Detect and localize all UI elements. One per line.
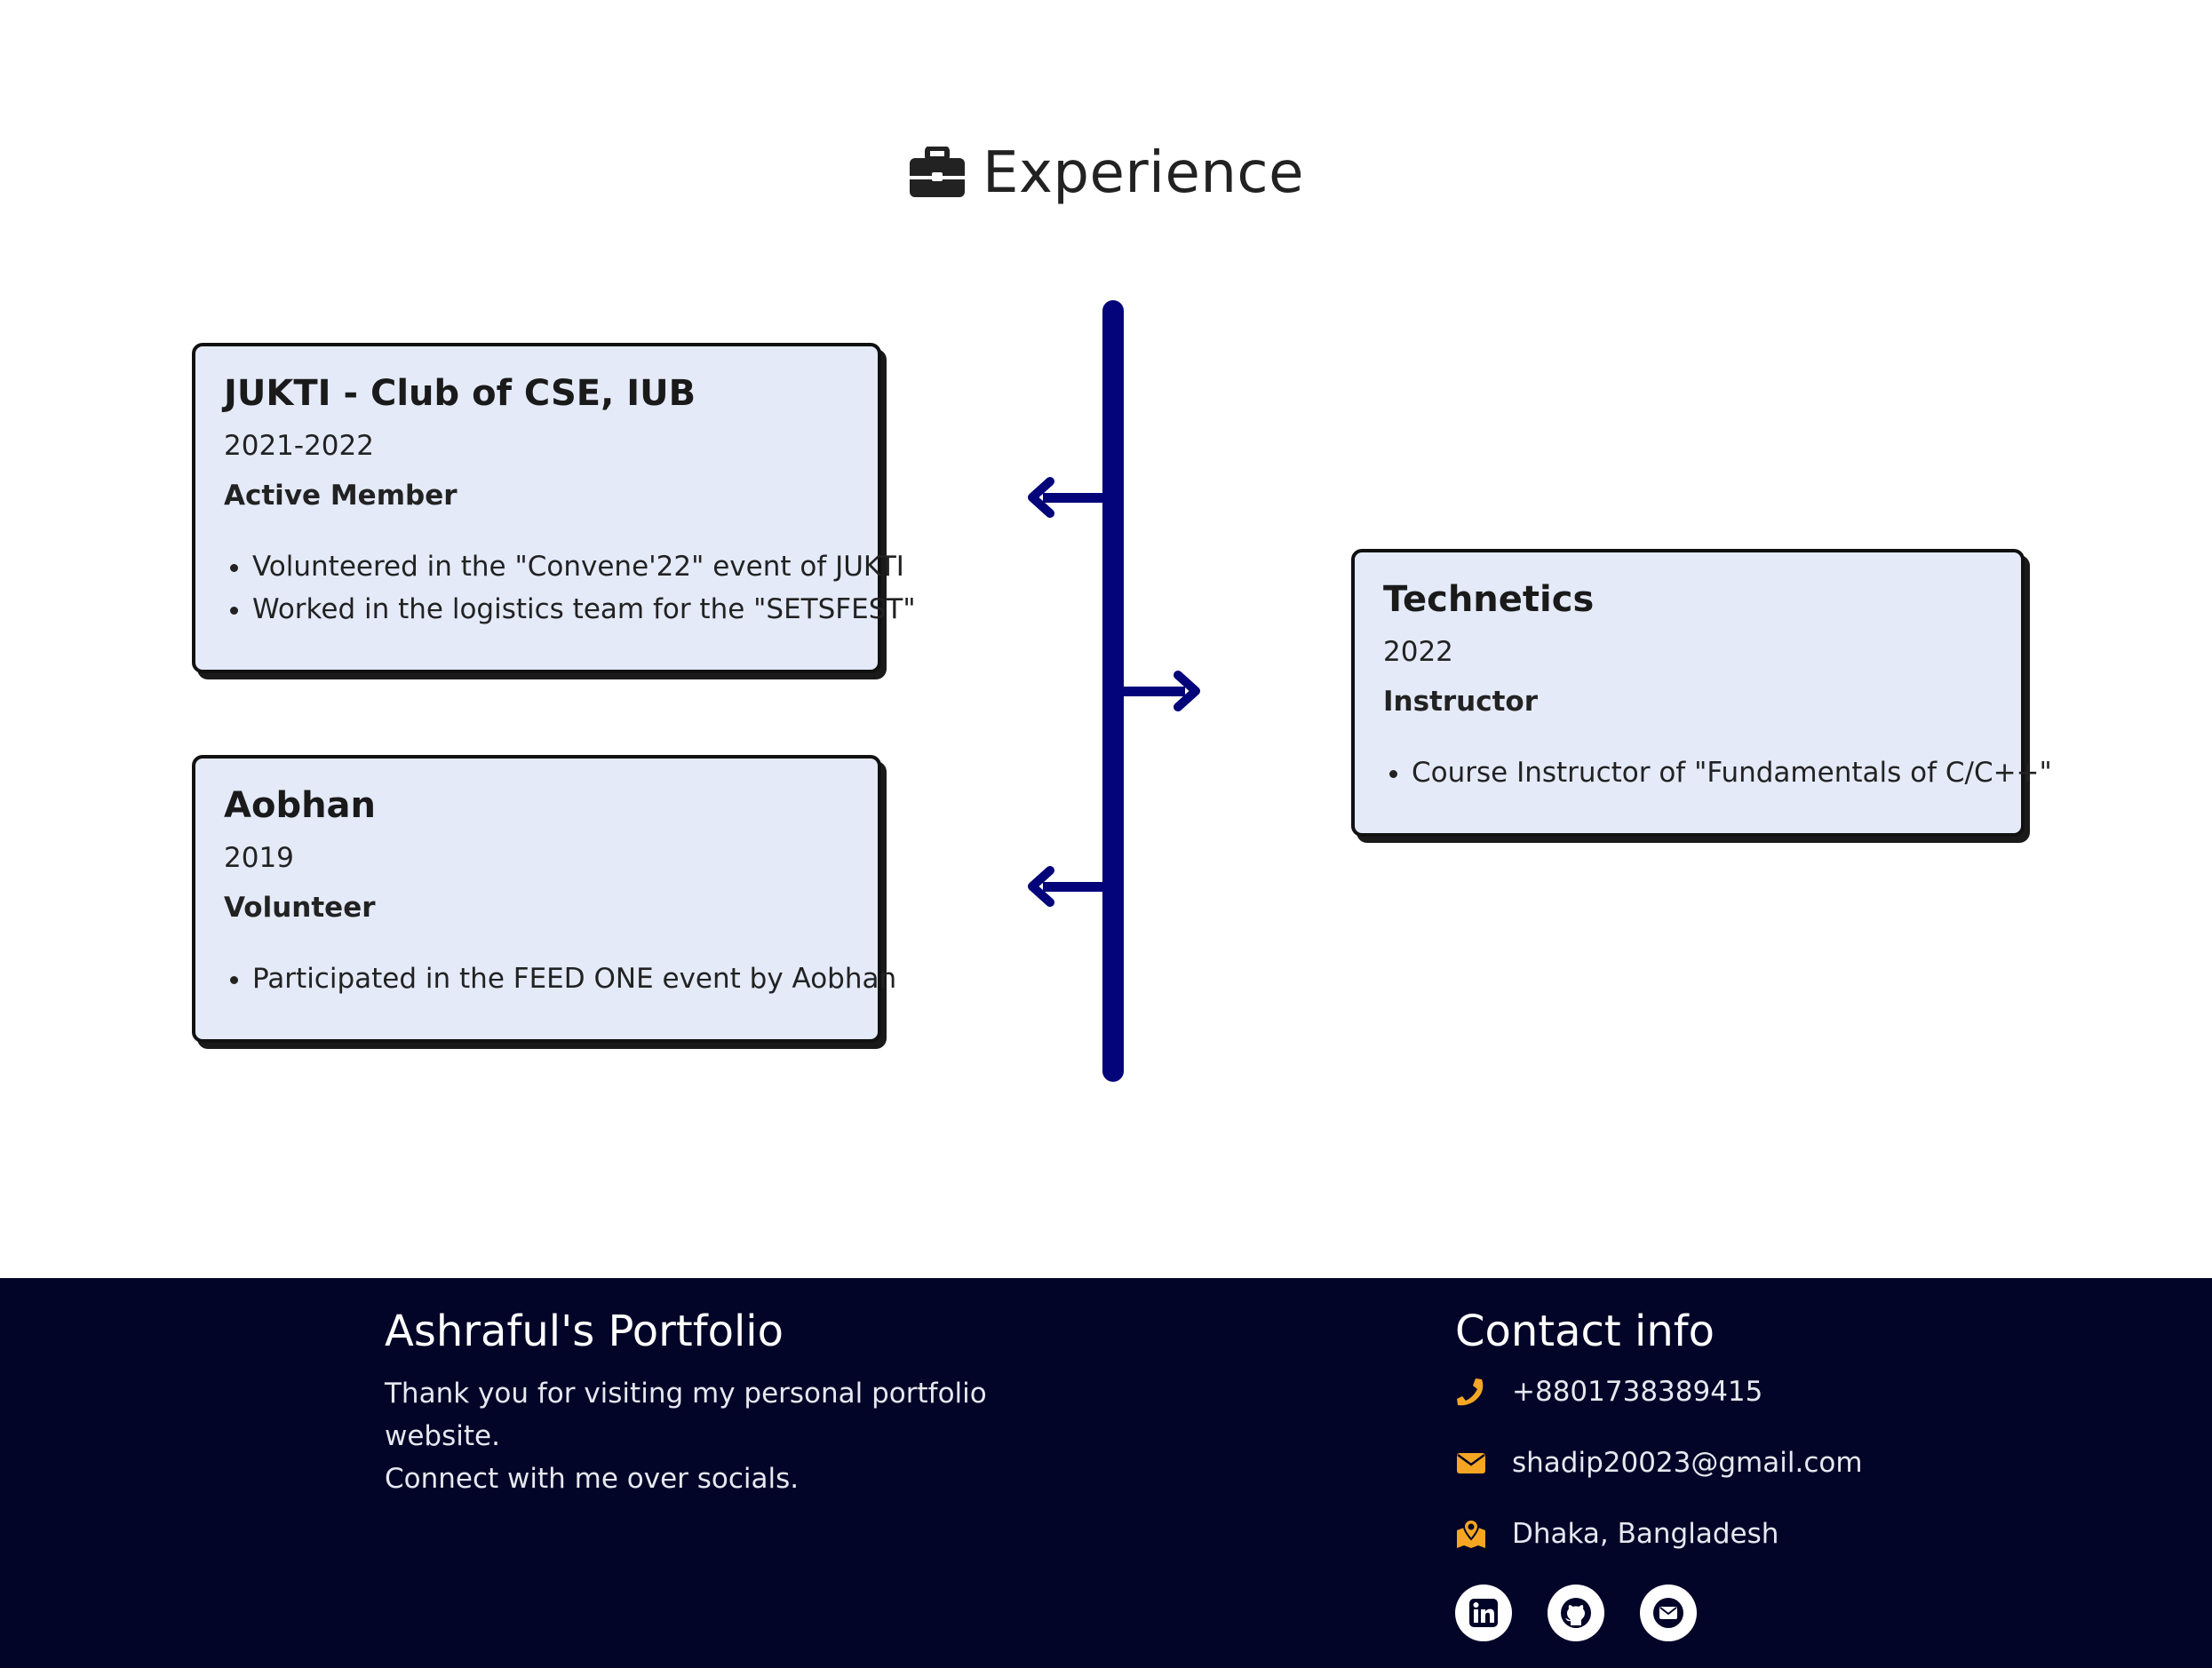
email-link[interactable] [1640, 1585, 1697, 1641]
phone-icon [1457, 1378, 1484, 1406]
list-item: Participated in the FEED ONE event by Ao… [252, 957, 896, 1000]
experience-page: Experience JUKTI - Club of CSE, IUB 2021… [0, 0, 2212, 1668]
list-item: Volunteered in the "Convene'22" event of… [252, 545, 904, 588]
linkedin-link[interactable] [1455, 1585, 1512, 1641]
arrow-left-icon [1028, 477, 1107, 518]
section-title: Experience [983, 140, 1304, 206]
contact-title: Contact info [1455, 1307, 1715, 1356]
list-item: Worked in the logistics team for the "SE… [252, 588, 916, 631]
footer-thanks: Thank you for visiting my personal portf… [385, 1372, 1095, 1500]
arrow-left-icon [1028, 866, 1107, 907]
github-link[interactable] [1548, 1585, 1604, 1641]
card-title: Technetics [1383, 579, 1595, 620]
contact-location-value: Dhaka, Bangladesh [1512, 1518, 1779, 1550]
card-title: Aobhan [224, 785, 377, 826]
contact-phone: +8801738389415 [1455, 1376, 1762, 1408]
card-title: JUKTI - Club of CSE, IUB [224, 373, 696, 414]
card-points: Course Instructor of "Fundamentals of C/… [1383, 751, 2052, 794]
contact-location: Dhaka, Bangladesh [1455, 1518, 1778, 1550]
github-icon [1561, 1598, 1591, 1628]
experience-card-aobhan: Aobhan 2019 Volunteer Participated in th… [192, 755, 896, 1043]
contact-email: shadip20023@gmail.com [1455, 1447, 1863, 1479]
arrow-right-icon [1121, 671, 1200, 711]
contact-phone-value[interactable]: +8801738389415 [1512, 1376, 1762, 1408]
experience-heading: Experience [0, 133, 2212, 213]
card-period: 2022 [1383, 636, 1453, 668]
envelope-icon [1457, 1453, 1485, 1473]
footer-thanks-line: Connect with me over socials. [385, 1463, 800, 1495]
card-points: Participated in the FEED ONE event by Ao… [224, 957, 896, 1000]
card-role: Instructor [1383, 686, 1539, 718]
card-points: Volunteered in the "Convene'22" event of… [224, 545, 916, 631]
social-links [1455, 1585, 1697, 1641]
card-role: Active Member [224, 480, 458, 512]
list-item: Course Instructor of "Fundamentals of C/… [1412, 751, 2052, 794]
footer-thanks-line: Thank you for visiting my personal portf… [385, 1378, 987, 1452]
experience-card-technetics: Technetics 2022 Instructor Course Instru… [1351, 549, 2052, 837]
card-period: 2021-2022 [224, 430, 374, 462]
contact-email-value[interactable]: shadip20023@gmail.com [1512, 1447, 1863, 1479]
linkedin-icon [1469, 1599, 1498, 1627]
card-role: Volunteer [224, 892, 376, 924]
experience-card-jukti: JUKTI - Club of CSE, IUB 2021-2022 Activ… [192, 343, 916, 673]
map-marker-icon [1457, 1518, 1485, 1548]
card-period: 2019 [224, 842, 294, 874]
footer-brand: Ashraful's Portfolio [385, 1307, 784, 1356]
footer: Ashraful's Portfolio Thank you for visit… [0, 1278, 2212, 1668]
envelope-icon [1653, 1598, 1683, 1628]
briefcase-icon [910, 147, 966, 197]
